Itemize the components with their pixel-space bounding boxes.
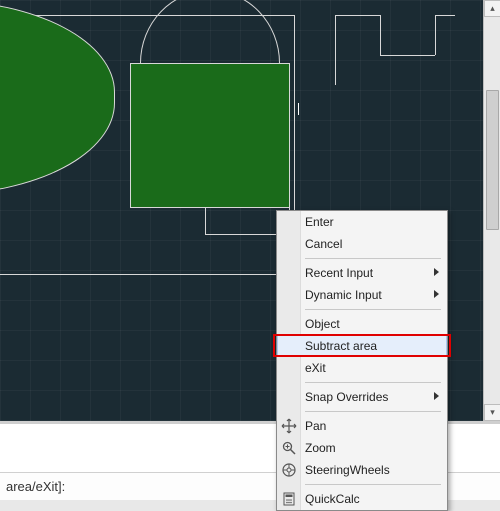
polyline-step — [335, 15, 455, 85]
menu-label: Recent Input — [305, 266, 373, 280]
menu-label: Subtract area — [305, 339, 377, 353]
chevron-right-icon — [434, 268, 439, 276]
menu-item-snap-overrides[interactable]: Snap Overrides — [277, 386, 447, 408]
chevron-right-icon — [434, 290, 439, 298]
menu-label: Cancel — [305, 237, 342, 251]
menu-label: eXit — [305, 361, 326, 375]
scroll-up-button[interactable]: ▴ — [484, 0, 500, 17]
steering-wheel-icon — [281, 462, 297, 478]
menu-separator — [305, 411, 441, 412]
menu-item-exit[interactable]: eXit — [277, 357, 447, 379]
scroll-down-button[interactable]: ▾ — [484, 404, 500, 421]
zoom-icon — [281, 440, 297, 456]
menu-item-pan[interactable]: Pan — [277, 415, 447, 437]
menu-item-enter[interactable]: Enter — [277, 211, 447, 233]
menu-label: Snap Overrides — [305, 390, 388, 404]
menu-item-cancel[interactable]: Cancel — [277, 233, 447, 255]
menu-label: Enter — [305, 215, 334, 229]
chevron-right-icon — [434, 392, 439, 400]
menu-label: Dynamic Input — [305, 288, 382, 302]
menu-item-subtract-area[interactable]: Subtract area — [277, 335, 447, 357]
vertical-scrollbar[interactable]: ▴ ▾ — [483, 0, 500, 421]
menu-item-object[interactable]: Object — [277, 313, 447, 335]
rect-selected — [130, 63, 290, 208]
menu-item-recent-input[interactable]: Recent Input — [277, 262, 447, 284]
scroll-thumb[interactable] — [486, 90, 499, 230]
tick-mark — [298, 103, 299, 115]
menu-item-zoom[interactable]: Zoom — [277, 437, 447, 459]
menu-item-quickcalc[interactable]: QuickCalc — [277, 488, 447, 510]
command-prompt-text: area/eXit]: — [6, 479, 65, 494]
menu-separator — [305, 382, 441, 383]
menu-label: QuickCalc — [305, 492, 360, 506]
menu-separator — [305, 258, 441, 259]
menu-label: Pan — [305, 419, 326, 433]
menu-separator — [305, 309, 441, 310]
menu-separator — [305, 484, 441, 485]
context-menu: Enter Cancel Recent Input Dynamic Input … — [276, 210, 448, 511]
pan-icon — [281, 418, 297, 434]
menu-label: Object — [305, 317, 340, 331]
calculator-icon — [281, 491, 297, 507]
menu-label: SteeringWheels — [305, 463, 390, 477]
menu-item-dynamic-input[interactable]: Dynamic Input — [277, 284, 447, 306]
menu-label: Zoom — [305, 441, 336, 455]
menu-item-steeringwheels[interactable]: SteeringWheels — [277, 459, 447, 481]
